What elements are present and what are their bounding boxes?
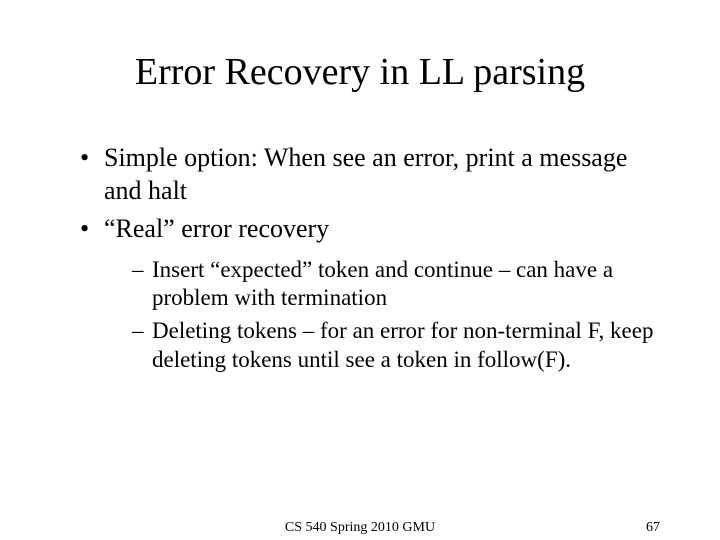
bullet-item: Simple option: When see an error, print … (80, 142, 660, 207)
bullet-item: “Real” error recovery Insert “expected” … (80, 213, 660, 375)
sub-item: Insert “expected” token and continue – c… (132, 256, 660, 314)
bullet-list: Simple option: When see an error, print … (60, 142, 660, 375)
slide-title: Error Recovery in LL parsing (60, 50, 660, 94)
sub-list: Insert “expected” token and continue – c… (104, 256, 660, 375)
slide: Error Recovery in LL parsing Simple opti… (0, 0, 720, 540)
sub-item: Deleting tokens – for an error for non-t… (132, 317, 660, 375)
bullet-text: “Real” error recovery (104, 214, 329, 243)
page-number: 67 (646, 520, 660, 536)
footer-course: CS 540 Spring 2010 GMU (285, 520, 435, 536)
